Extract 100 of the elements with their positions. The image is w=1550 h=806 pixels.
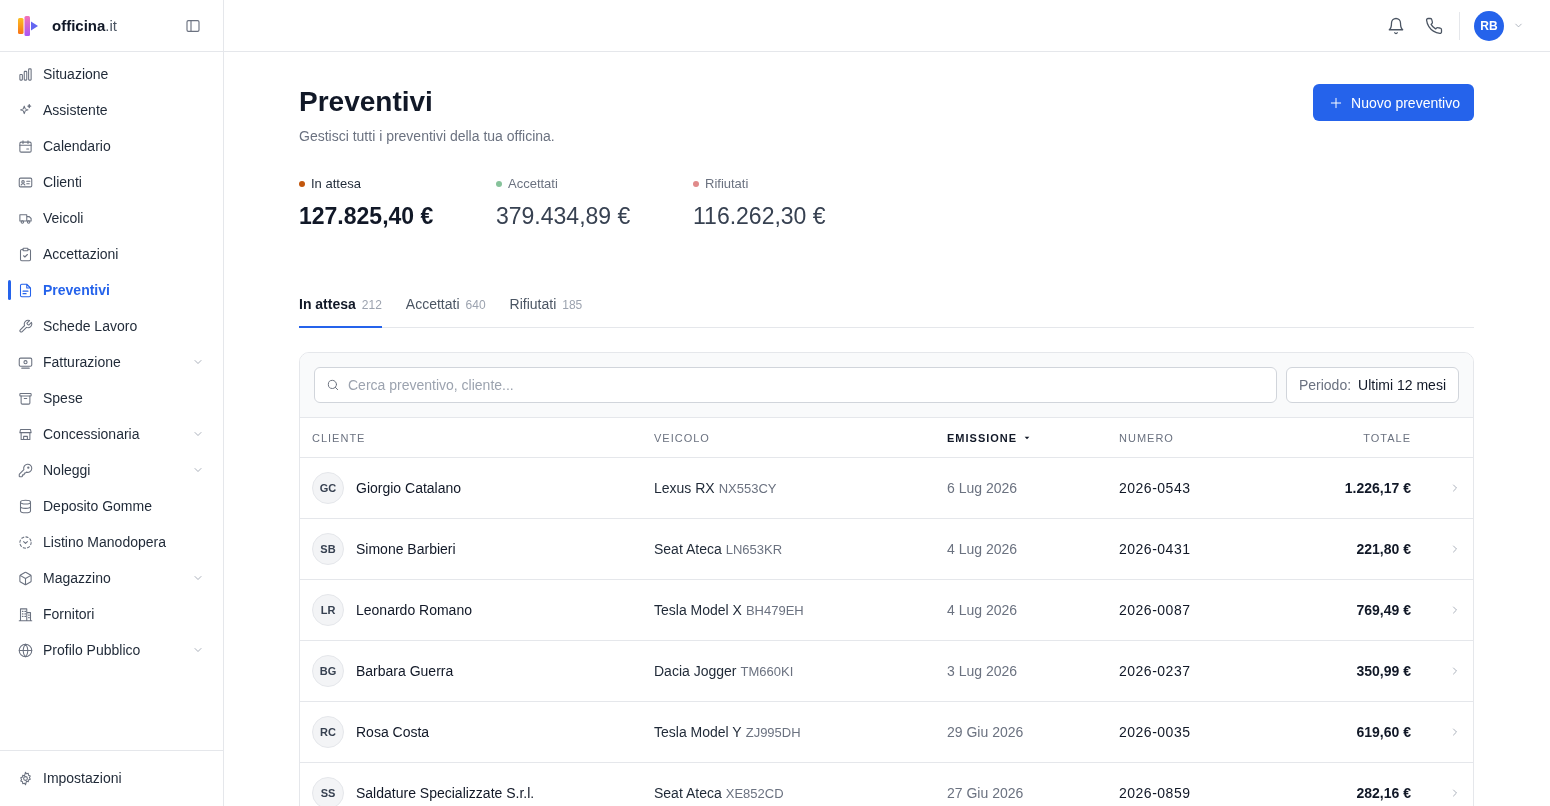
store-icon: [18, 426, 33, 442]
quote-total: 350,99 €: [1356, 663, 1411, 679]
search-icon: [326, 378, 340, 392]
issue-date: 29 Giu 2026: [947, 724, 1025, 740]
quote-total: 619,60 €: [1356, 724, 1411, 740]
license-plate: TM660KI: [740, 664, 794, 679]
sidebar-toggle-icon[interactable]: [185, 17, 201, 34]
globe-icon: [18, 642, 33, 658]
license-plate: NX553CY: [718, 481, 777, 496]
quote-number: 2026-0087: [1119, 602, 1192, 618]
client-avatar: RC: [312, 716, 344, 748]
banknote-icon: [18, 354, 33, 370]
nav-item[interactable]: Veicoli: [0, 200, 223, 236]
nav-item[interactable]: Preventivi: [0, 272, 223, 308]
client-avatar: SS: [312, 777, 344, 806]
vehicle-model: Tesla Model X: [654, 602, 742, 618]
stat-value: 116.262,30 €: [693, 202, 827, 231]
tab[interactable]: Accettati 640: [405, 294, 486, 328]
client-name: Barbara Guerra: [356, 663, 454, 679]
stat-label: Rifiutati: [705, 175, 749, 193]
bar-chart-icon: [18, 66, 33, 82]
nav-item[interactable]: Listino Manodopera: [0, 524, 223, 560]
user-avatar[interactable]: RB: [1474, 10, 1504, 41]
vehicle-model: Dacia Jogger: [654, 663, 737, 679]
license-plate: BH479EH: [745, 603, 804, 618]
nav-item[interactable]: Noleggi: [0, 452, 223, 488]
quote-number: 2026-0543: [1119, 480, 1192, 496]
quote-total: 282,16 €: [1356, 785, 1411, 801]
nav-item[interactable]: Profilo Pubblico: [0, 632, 223, 668]
page-subtitle: Gestisci tutti i preventivi della tua officina.: [299, 127, 555, 146]
client-name: Simone Barbieri: [356, 541, 456, 557]
client-name: Leonardo Romano: [356, 602, 472, 618]
nav-item[interactable]: Accettazioni: [0, 236, 223, 272]
column-header[interactable]: CLIENTE: [312, 431, 654, 444]
client-avatar: GC: [312, 472, 344, 504]
license-plate: ZJ995DH: [745, 725, 801, 740]
quote-total: 221,80 €: [1356, 541, 1411, 557]
nav-item[interactable]: Spese: [0, 380, 223, 416]
column-header[interactable]: TOTALE: [1271, 431, 1411, 444]
tab[interactable]: In attesa 212: [299, 294, 382, 328]
quote-number: 2026-0237: [1119, 663, 1192, 679]
search-field[interactable]: Cerca preventivo, cliente...: [314, 367, 1277, 403]
vehicle-model: Seat Ateca: [654, 541, 722, 557]
id-card-icon: [18, 174, 33, 190]
tab[interactable]: Rifiutati 185: [509, 294, 583, 328]
vehicle-model: Lexus RX: [654, 480, 715, 496]
logo-icon: [18, 15, 38, 36]
column-header[interactable]: VEICOLO: [654, 431, 947, 444]
column-header[interactable]: NUMERO: [1119, 431, 1271, 444]
nav-item[interactable]: Clienti: [0, 164, 223, 200]
new-quote-button[interactable]: Nuovo preventivo: [1313, 84, 1474, 121]
page-title: Preventivi: [299, 85, 434, 119]
nav-item[interactable]: Fatturazione: [0, 344, 223, 380]
database-icon: [18, 498, 33, 514]
client-name: Rosa Costa: [356, 724, 430, 740]
client-name: Saldature Specializzate S.r.l.: [356, 785, 535, 801]
plus-icon: [1329, 95, 1344, 110]
nav-item[interactable]: Deposito Gomme: [0, 488, 223, 524]
quote-total: 1.226,17 €: [1344, 480, 1411, 496]
client-avatar: BG: [312, 655, 344, 687]
issue-date: 4 Lug 2026: [947, 602, 1019, 618]
period-dropdown[interactable]: Periodo: Ultimi 12 mesi: [1285, 367, 1459, 403]
archive-icon: [18, 390, 33, 406]
nav-item[interactable]: Assistente: [0, 92, 223, 128]
quote-number: 2026-0431: [1119, 541, 1192, 557]
nav-item[interactable]: Concessionaria: [0, 416, 223, 452]
dashed-circle-icon: [18, 534, 33, 550]
nav-item[interactable]: Calendario: [0, 128, 223, 164]
quote-number: 2026-0859: [1119, 785, 1192, 801]
vehicle-model: Seat Ateca: [654, 785, 722, 801]
nav-item[interactable]: Schede Lavoro: [0, 308, 223, 344]
stat-label: Accettati: [508, 175, 558, 193]
bell-icon[interactable]: [1387, 16, 1405, 35]
client-avatar: LR: [312, 594, 344, 626]
key-icon: [18, 462, 33, 478]
calendar-icon: [18, 138, 33, 154]
nav-item[interactable]: Fornitori: [0, 596, 223, 632]
phone-icon[interactable]: [1425, 16, 1443, 35]
stat-value: 379.434,89 €: [496, 202, 632, 231]
quote-total: 769,49 €: [1356, 602, 1411, 618]
stat-value: 127.825,40 €: [299, 202, 435, 231]
license-plate: LN653KR: [725, 542, 783, 557]
wrench-icon: [18, 318, 33, 334]
nav-item[interactable]: Situazione: [0, 56, 223, 92]
document-icon: [18, 282, 33, 298]
license-plate: XE852CD: [725, 786, 784, 801]
vehicle-model: Tesla Model Y: [654, 724, 742, 740]
brand-name: officina.it: [52, 17, 118, 34]
building-icon: [18, 606, 33, 622]
issue-date: 27 Giu 2026: [947, 785, 1025, 801]
nav-item[interactable]: Impostazioni: [0, 760, 223, 796]
clipboard-icon: [18, 246, 33, 262]
column-header[interactable]: EMISSIONE: [947, 431, 1119, 444]
cube-icon: [18, 570, 33, 586]
issue-date: 6 Lug 2026: [947, 480, 1019, 496]
issue-date: 4 Lug 2026: [947, 541, 1019, 557]
nav-item[interactable]: Magazzino: [0, 560, 223, 596]
stat-label: In attesa: [311, 175, 361, 193]
client-name: Giorgio Catalano: [356, 480, 462, 496]
quote-number: 2026-0035: [1119, 724, 1192, 740]
